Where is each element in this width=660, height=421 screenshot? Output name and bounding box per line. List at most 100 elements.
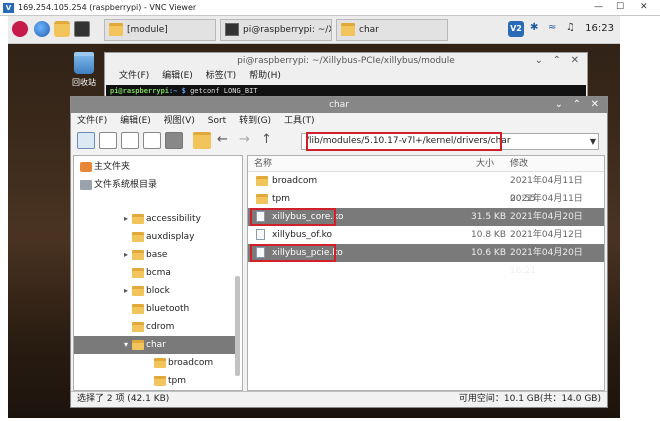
tree-item-cdrom[interactable]: cdrom bbox=[74, 318, 238, 336]
task-label: char bbox=[359, 25, 379, 35]
volume-icon[interactable]: ♫ bbox=[566, 22, 575, 33]
column-name[interactable]: 名称 bbox=[254, 156, 272, 172]
remote-desktop[interactable]: [module] pi@raspberrypi: ~/Xill... char … bbox=[8, 16, 620, 418]
file-list-header: 名称 大小 修改 bbox=[248, 156, 604, 172]
file-manager-window[interactable]: char ⌄ ⌃ ✕ 文件(F) 编辑(E) 视图(V) Sort 转到(G) … bbox=[70, 96, 608, 408]
file-manager-icon[interactable] bbox=[54, 21, 70, 37]
terminal-titlebar[interactable]: pi@raspberrypi: ~/Xillybus-PCIe/xillybus… bbox=[105, 53, 587, 69]
file-icon bbox=[256, 229, 265, 240]
sidebar: 主文件夹 文件系统根目录 ▸ accessibility auxdisplay … bbox=[73, 155, 243, 391]
task-char[interactable]: char bbox=[336, 19, 448, 41]
task-terminal[interactable]: pi@raspberrypi: ~/Xill... bbox=[220, 19, 332, 41]
folder-icon bbox=[132, 322, 144, 332]
wifi-icon[interactable]: ≈ bbox=[548, 22, 556, 33]
browser-icon[interactable] bbox=[34, 21, 50, 37]
path-highlight bbox=[306, 132, 502, 151]
folder-icon bbox=[132, 286, 144, 296]
sidebar-item-root[interactable]: 文件系统根目录 bbox=[78, 176, 238, 194]
tree-item-auxdisplay[interactable]: auxdisplay bbox=[74, 228, 238, 246]
vnc-window-title: 169.254.105.254 (raspberrypi) - VNC View… bbox=[18, 3, 197, 12]
tree-item-label: broadcom bbox=[168, 358, 214, 368]
toolbar: ← → ↑ /lib/modules/5.10.17-v7l+/kernel/d… bbox=[71, 129, 607, 153]
tree-item-bluetooth[interactable]: bluetooth bbox=[74, 300, 238, 318]
vnc-tray-icon[interactable]: V2 bbox=[508, 21, 524, 37]
minimize-icon[interactable]: — bbox=[594, 2, 603, 12]
file-row-tpm[interactable]: tpm 2021年04月11日 00:55 bbox=[248, 190, 604, 222]
free-space-status: 可用空间：10.1 GB(共：14.0 GB) bbox=[458, 394, 601, 404]
sidebar-item-home[interactable]: 主文件夹 bbox=[78, 158, 238, 176]
file-name: xillybus_of.ko bbox=[272, 230, 333, 240]
tree-item-label: accessibility bbox=[146, 214, 201, 224]
collapse-icon[interactable]: ▾ bbox=[124, 336, 128, 354]
column-size[interactable]: 大小 bbox=[476, 156, 494, 172]
menu-file[interactable]: 文件(F) bbox=[77, 116, 107, 126]
tree-item-broadcom[interactable]: broadcom bbox=[74, 354, 238, 372]
close-icon[interactable]: ✕ bbox=[571, 53, 579, 69]
folder-icon bbox=[341, 23, 355, 36]
prompt-user: pi@raspberrypi bbox=[110, 87, 170, 95]
menu-view[interactable]: 视图(V) bbox=[164, 116, 195, 126]
file-row-xillybus-core[interactable]: xillybus_core.ko 31.5 KB 2021年04月20日 16:… bbox=[248, 208, 604, 240]
menu-edit[interactable]: 编辑(E) bbox=[162, 71, 193, 81]
thumbnail-view-icon[interactable] bbox=[143, 132, 161, 149]
maximize-icon[interactable]: ⌃ bbox=[553, 53, 561, 69]
menu-tools[interactable]: 工具(T) bbox=[284, 116, 315, 126]
file-row-broadcom[interactable]: broadcom 2021年04月11日 00:55 bbox=[248, 172, 604, 204]
forward-icon[interactable]: → bbox=[239, 132, 250, 147]
file-row-xillybus-pcie[interactable]: xillybus_pcie.ko 10.6 KB 2021年04月20日 16:… bbox=[248, 244, 604, 276]
up-icon[interactable]: ↑ bbox=[261, 132, 272, 147]
menu-file[interactable]: 文件(F) bbox=[119, 71, 149, 81]
close-icon[interactable]: ✕ bbox=[591, 97, 599, 113]
vnc-frame-left bbox=[0, 16, 8, 421]
sidebar-item-label: 主文件夹 bbox=[94, 162, 131, 172]
tree-item-label: tpm bbox=[168, 376, 187, 386]
minimize-icon[interactable]: ⌄ bbox=[535, 53, 543, 69]
expand-icon[interactable]: ▸ bbox=[124, 246, 128, 264]
window-title: char bbox=[329, 100, 349, 110]
back-icon[interactable]: ← bbox=[217, 132, 228, 147]
file-row-xillybus-of[interactable]: xillybus_of.ko 10.8 KB 2021年04月12日 12:21 bbox=[248, 226, 604, 258]
list-view-icon[interactable] bbox=[165, 132, 183, 149]
tree-item-label: bluetooth bbox=[146, 304, 190, 314]
tree-item-base[interactable]: ▸ base bbox=[74, 246, 238, 264]
tree-item-accessibility[interactable]: ▸ accessibility bbox=[74, 210, 238, 228]
terminal-launcher-icon[interactable] bbox=[74, 21, 90, 37]
trash-label: 回收站 bbox=[72, 78, 96, 87]
expand-icon[interactable]: ▸ bbox=[124, 210, 128, 228]
tree-item-block[interactable]: ▸ block bbox=[74, 282, 238, 300]
compact-view-icon[interactable] bbox=[121, 132, 139, 149]
close-icon[interactable]: ✕ bbox=[640, 2, 648, 12]
path-input[interactable]: /lib/modules/5.10.17-v7l+/kernel/drivers… bbox=[301, 132, 599, 151]
tree-item-label: block bbox=[146, 286, 170, 296]
expand-icon[interactable]: ▸ bbox=[124, 282, 128, 300]
terminal-title: pi@raspberrypi: ~/Xillybus-PCIe/xillybus… bbox=[237, 56, 455, 66]
selection-status: 选择了 2 项 (42.1 KB) bbox=[77, 394, 170, 404]
menu-tabs[interactable]: 标签(T) bbox=[206, 71, 237, 81]
folder-icon bbox=[132, 268, 144, 278]
menu-edit[interactable]: 编辑(E) bbox=[120, 116, 151, 126]
menu-sort[interactable]: Sort bbox=[208, 116, 226, 126]
new-folder-icon[interactable] bbox=[193, 132, 211, 149]
raspberry-menu-icon[interactable] bbox=[12, 21, 28, 37]
sidebar-scrollbar[interactable] bbox=[235, 276, 240, 376]
minimize-icon[interactable]: ⌄ bbox=[555, 97, 563, 113]
tree-item-bcma[interactable]: bcma bbox=[74, 264, 238, 282]
menu-help[interactable]: 帮助(H) bbox=[249, 71, 281, 81]
file-list: 名称 大小 修改 broadcom 2021年04月11日 00:55 tpm … bbox=[247, 155, 605, 391]
trash-desktop-icon[interactable]: 回收站 bbox=[64, 52, 104, 88]
tree-item-label: bcma bbox=[146, 268, 171, 278]
menu-go[interactable]: 转到(G) bbox=[239, 116, 271, 126]
tree-item-char[interactable]: ▾ char bbox=[74, 336, 238, 354]
sidebar-toggle-icon[interactable] bbox=[77, 132, 95, 149]
chevron-down-icon[interactable]: ▼ bbox=[590, 134, 596, 149]
file-manager-menubar: 文件(F) 编辑(E) 视图(V) Sort 转到(G) 工具(T) bbox=[71, 113, 607, 129]
maximize-icon[interactable]: ☐ bbox=[616, 2, 624, 12]
bluetooth-icon[interactable]: ✱ bbox=[530, 22, 538, 33]
maximize-icon[interactable]: ⌃ bbox=[573, 97, 581, 113]
file-manager-titlebar[interactable]: char ⌄ ⌃ ✕ bbox=[71, 97, 607, 113]
column-modified[interactable]: 修改 bbox=[510, 156, 528, 172]
folder-icon bbox=[132, 232, 144, 242]
icon-view-icon[interactable] bbox=[99, 132, 117, 149]
prompt-path: :~ $ bbox=[169, 87, 186, 95]
task-module[interactable]: [module] bbox=[104, 19, 216, 41]
